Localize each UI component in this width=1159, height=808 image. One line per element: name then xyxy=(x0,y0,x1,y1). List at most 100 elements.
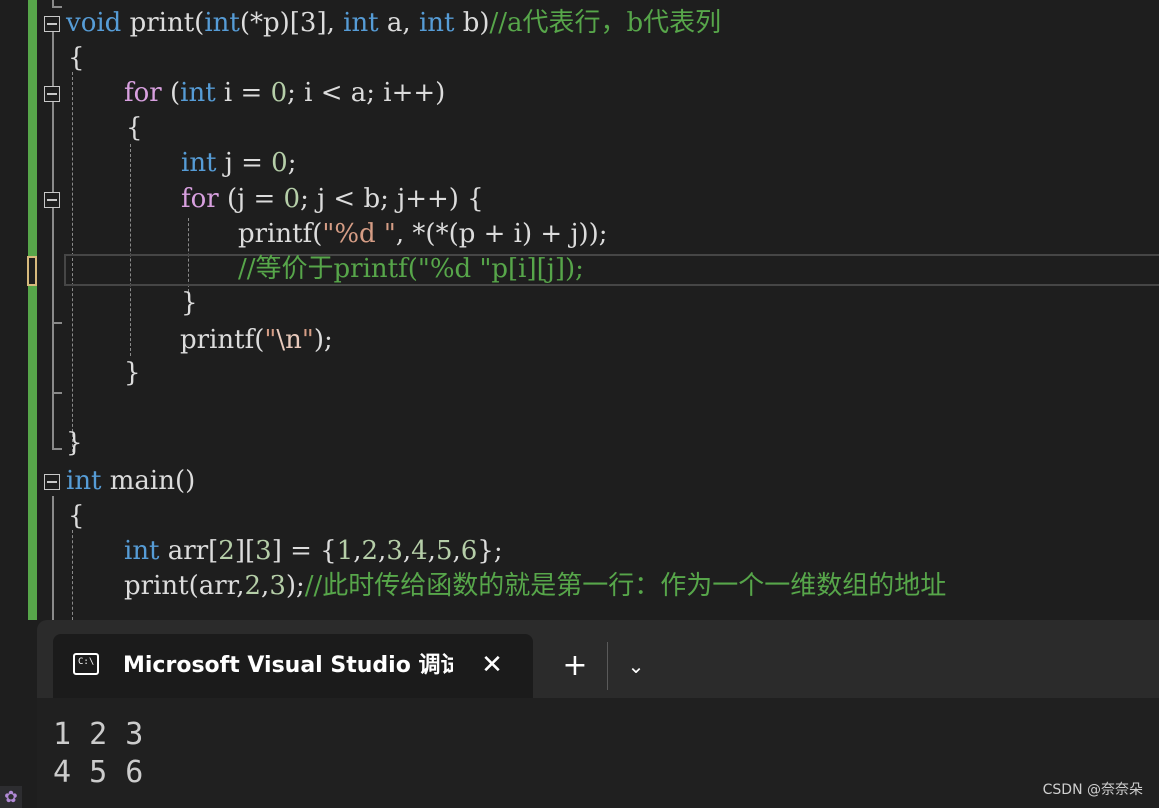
brace: } xyxy=(181,288,198,318)
code-text: ][ xyxy=(234,536,256,566)
keyword: for xyxy=(181,184,219,214)
code-text: , xyxy=(427,536,436,566)
code-line[interactable]: } xyxy=(124,356,141,390)
current-line-highlight xyxy=(64,254,1159,286)
code-line[interactable]: //等价于printf("%d "p[i][j]); xyxy=(238,252,584,286)
code-text: main() xyxy=(101,466,196,496)
code-line[interactable]: { xyxy=(126,111,143,145)
string: "%d " xyxy=(322,219,396,249)
watermark: CSDN @奈奈朵 xyxy=(1042,782,1143,798)
comment: //等价于printf("%d "p[i][j]); xyxy=(238,254,584,284)
code-line[interactable]: for (j = 0; j < b; j++) { xyxy=(181,182,484,216)
collapse-toggle[interactable] xyxy=(44,192,60,208)
code-line[interactable]: { xyxy=(68,499,85,533)
outline-tick xyxy=(52,322,62,324)
console-icon: C:\ xyxy=(73,653,99,675)
code-text: j = xyxy=(216,148,272,178)
tab-title: Microsoft Visual Studio 调试控制台 xyxy=(123,653,453,678)
code-text: (j = xyxy=(218,184,284,214)
string: " xyxy=(264,325,277,355)
string: " xyxy=(301,325,314,355)
number: 4 xyxy=(411,536,428,566)
keyword: int xyxy=(124,536,160,566)
indent-guide xyxy=(72,530,73,620)
terminal-tab[interactable]: C:\ Microsoft Visual Studio 调试控制台 ✕ xyxy=(53,634,533,698)
unsaved-change-marker xyxy=(27,256,37,286)
indent-guide xyxy=(130,144,131,356)
keyword: int xyxy=(204,8,240,38)
code-line[interactable]: } xyxy=(66,426,83,460)
new-tab-button[interactable]: + xyxy=(559,650,591,682)
brace: { xyxy=(126,113,143,143)
number: 2 xyxy=(244,571,262,601)
code-line[interactable]: printf("\n"); xyxy=(180,323,333,357)
number: 1 xyxy=(336,536,354,566)
code-text: , xyxy=(402,536,412,566)
code-text: ; j < b; j++) { xyxy=(300,184,484,214)
code-text: printf( xyxy=(180,325,265,355)
outline-line xyxy=(52,496,54,620)
code-text: arr[ xyxy=(159,536,219,566)
code-text: ; xyxy=(287,148,297,178)
code-line[interactable]: print(arr,2,3);//此时传给函数的就是第一行：作为一个一维数组的地… xyxy=(124,569,946,603)
comment: //此时传给函数的就是第一行：作为一个一维数组的地址 xyxy=(304,571,947,601)
code-text: i = xyxy=(215,78,271,108)
code-editor[interactable]: void print(int(*p)[3], int a, int b)//a代… xyxy=(0,0,1159,620)
outline-tick xyxy=(52,448,62,450)
collapse-toggle[interactable] xyxy=(44,16,60,32)
terminal-tab-bar: C:\ Microsoft Visual Studio 调试控制台 ✕ + ⌄ xyxy=(37,620,1159,698)
code-text: , *(*(p + i) + j)); xyxy=(395,219,608,249)
console-icon-text: C:\ xyxy=(78,657,95,667)
debug-console-window[interactable]: C:\ Microsoft Visual Studio 调试控制台 ✕ + ⌄ … xyxy=(37,620,1159,808)
code-line[interactable]: } xyxy=(181,286,198,320)
change-tracking-bar xyxy=(28,0,37,620)
code-line[interactable]: for (int i = 0; i < a; i++) xyxy=(124,76,445,110)
number: 3 xyxy=(386,536,403,566)
number: 3 xyxy=(269,571,286,601)
collapse-toggle[interactable] xyxy=(44,474,60,490)
code-text: b) xyxy=(454,8,490,38)
code-text: print( xyxy=(121,8,205,38)
code-line[interactable]: int arr[2][3] = {1,2,3,4,5,6}; xyxy=(124,534,503,568)
keyword: void xyxy=(66,8,122,38)
brace: } xyxy=(124,358,141,388)
code-text: ( xyxy=(161,78,181,108)
code-text: ); xyxy=(285,571,305,601)
code-text: ); xyxy=(313,325,333,355)
code-line[interactable]: { xyxy=(68,41,85,75)
tab-separator xyxy=(607,642,608,690)
code-text: a, xyxy=(378,8,419,38)
code-text: , xyxy=(353,536,362,566)
code-text: (*p)[3], xyxy=(239,8,344,38)
brace: } xyxy=(66,428,83,458)
number: 0 xyxy=(271,148,288,178)
number: 0 xyxy=(283,184,301,214)
console-output-line: 4 5 6 xyxy=(53,755,144,790)
close-icon[interactable]: ✕ xyxy=(477,650,507,680)
outline-tick xyxy=(52,6,62,8)
number: 2 xyxy=(361,536,379,566)
code-line[interactable]: void print(int(*p)[3], int a, int b)//a代… xyxy=(66,6,721,40)
number: 6 xyxy=(460,536,478,566)
code-line[interactable]: printf("%d ", *(*(p + i) + j)); xyxy=(238,217,608,251)
code-line[interactable]: int j = 0; xyxy=(181,146,296,180)
brace: { xyxy=(68,43,85,73)
number: 2 xyxy=(218,536,235,566)
number: 5 xyxy=(435,536,453,566)
code-text: print(arr, xyxy=(124,571,245,601)
code-text: ] = { xyxy=(271,536,337,566)
number: 0 xyxy=(270,78,288,108)
bug-icon: ✿ xyxy=(0,786,22,808)
code-line[interactable]: int main() xyxy=(66,464,195,498)
collapse-toggle[interactable] xyxy=(44,86,60,102)
code-text: ; i < a; i++) xyxy=(287,78,446,108)
keyword: int xyxy=(418,8,455,38)
code-text: }; xyxy=(477,536,503,566)
keyword: int xyxy=(181,148,217,178)
chevron-down-icon[interactable]: ⌄ xyxy=(621,650,651,682)
comment: //a代表行，b代表列 xyxy=(489,8,722,38)
code-text: , xyxy=(452,536,461,566)
keyword: int xyxy=(66,466,102,496)
code-text: printf( xyxy=(238,219,323,249)
brace: { xyxy=(68,501,85,531)
